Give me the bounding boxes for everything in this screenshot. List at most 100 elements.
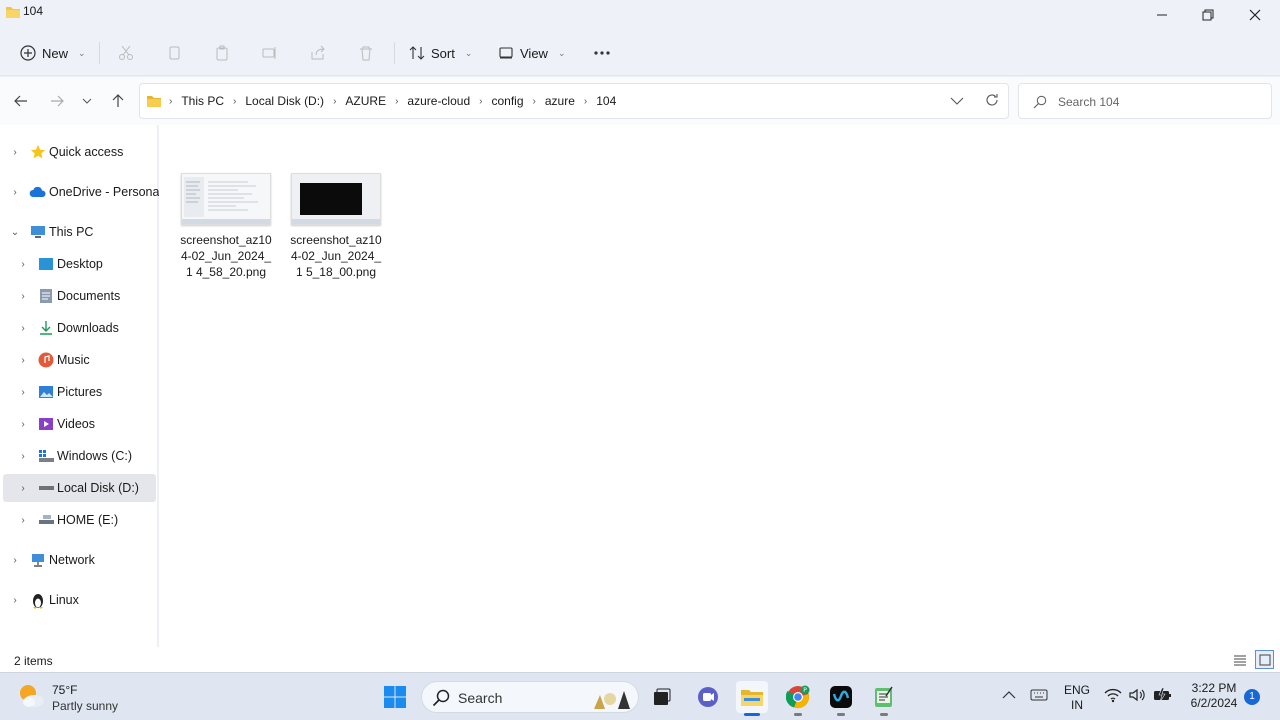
address-history-button[interactable] (950, 94, 964, 111)
battery-status[interactable] (1153, 687, 1173, 706)
chevron-right-icon[interactable]: › (9, 555, 21, 566)
star-icon (29, 143, 47, 161)
chevron-right-icon[interactable]: › (17, 515, 29, 526)
arrow-left-icon (14, 95, 27, 107)
back-button[interactable] (9, 89, 33, 113)
command-bar: New ⌄ Sort ⌄ View ⌄ (0, 30, 1280, 76)
notification-badge[interactable]: 1 (1244, 689, 1260, 705)
webex-button[interactable] (825, 681, 857, 716)
breadcrumb-azure[interactable]: AZURE (343, 94, 388, 108)
up-button[interactable] (106, 89, 130, 113)
chevron-right-icon[interactable]: › (9, 147, 21, 158)
taskbar-search[interactable]: Search (421, 681, 639, 713)
rename-button[interactable] (257, 40, 283, 66)
sidebar-item-this-pc[interactable]: ⌄ This PC (3, 218, 156, 246)
chevron-down-icon[interactable]: ⌄ (9, 227, 21, 238)
sidebar-item-downloads[interactable]: › Downloads (3, 314, 156, 342)
sidebar-item-videos[interactable]: › Videos (3, 410, 156, 438)
file-name: screenshot_az10 4-02_Jun_2024_1 4_58_20.… (180, 233, 272, 279)
breadcrumb-config[interactable]: config (489, 94, 525, 108)
start-button[interactable] (379, 681, 411, 713)
chevron-right-icon[interactable]: › (17, 483, 29, 494)
cut-button[interactable] (113, 40, 139, 66)
view-label: View (520, 45, 548, 61)
chevron-right-icon[interactable]: › (17, 259, 29, 270)
breadcrumb-104[interactable]: 104 (594, 94, 618, 108)
drive-icon (37, 479, 55, 497)
copy-button[interactable] (161, 40, 187, 66)
pictures-icon (37, 383, 55, 401)
minimize-icon (1157, 14, 1167, 16)
sidebar-item-quick-access[interactable]: › Quick access (3, 138, 156, 166)
taskbar-search-label: Search (458, 690, 503, 706)
close-button[interactable] (1232, 0, 1278, 30)
address-row: › This PC › Local Disk (D:) › AZURE › az… (0, 77, 1280, 125)
language-indicator[interactable]: ENG IN (1062, 683, 1092, 713)
chevron-right-icon[interactable]: › (17, 419, 29, 430)
network-status[interactable] (1104, 687, 1122, 706)
chevron-right-icon[interactable]: › (17, 387, 29, 398)
sidebar-item-pictures[interactable]: › Pictures (3, 378, 156, 406)
delete-button[interactable] (353, 40, 379, 66)
details-view-button[interactable] (1233, 653, 1247, 670)
close-icon (1249, 9, 1261, 21)
teams-button[interactable] (692, 681, 724, 713)
chevron-right-icon[interactable]: › (9, 595, 21, 606)
search-input[interactable]: Search 104 (1018, 83, 1272, 119)
paste-button[interactable] (209, 40, 235, 66)
recent-locations-button[interactable] (75, 89, 99, 113)
minimize-button[interactable] (1139, 0, 1185, 30)
sidebar-item-windows-c[interactable]: › Windows (C:) (3, 442, 156, 470)
paste-icon (216, 45, 228, 61)
sidebar-item-network[interactable]: › Network (3, 546, 156, 574)
breadcrumb-azure-sub[interactable]: azure (543, 94, 577, 108)
restore-icon (1202, 9, 1214, 21)
sidebar-item-linux[interactable]: › Linux (3, 586, 156, 614)
new-button[interactable]: New ⌄ (14, 38, 92, 68)
forward-button[interactable] (45, 89, 69, 113)
notepad-button[interactable] (868, 681, 900, 716)
chevron-down-icon: ⌄ (78, 47, 86, 58)
sort-button[interactable]: Sort ⌄ (403, 38, 478, 68)
file-thumbnail (181, 173, 271, 225)
sidebar-item-desktop[interactable]: › Desktop (3, 250, 156, 278)
more-button[interactable] (589, 40, 615, 66)
restore-button[interactable] (1185, 0, 1231, 30)
chevron-right-icon[interactable]: › (17, 291, 29, 302)
sidebar-item-local-disk-d[interactable]: › Local Disk (D:) (3, 474, 156, 502)
sidebar-item-documents[interactable]: › Documents (3, 282, 156, 310)
videos-icon (37, 415, 55, 433)
chrome-button[interactable]: P (782, 681, 814, 716)
share-button[interactable] (305, 40, 331, 66)
chevron-right-icon[interactable]: › (17, 323, 29, 334)
show-hidden-icons-button[interactable] (1002, 689, 1016, 703)
linux-icon (29, 591, 47, 609)
weather-widget[interactable] (16, 681, 46, 714)
drive-icon (37, 447, 55, 465)
cloud-icon (29, 183, 47, 201)
chevron-right-icon[interactable]: › (9, 187, 21, 198)
clock[interactable]: 3:22 PM 6/2/2024 (1184, 681, 1244, 711)
chevron-down-icon: ⌄ (557, 47, 566, 58)
breadcrumb-local-disk[interactable]: Local Disk (D:) (243, 94, 326, 108)
sidebar-item-music[interactable]: › Music (3, 346, 156, 374)
task-view-button[interactable] (646, 681, 678, 713)
chevron-right-icon[interactable]: › (17, 451, 29, 462)
file-item[interactable]: screenshot_az10 4-02_Jun_2024_1 4_58_20.… (180, 173, 272, 280)
breadcrumb-azure-cloud[interactable]: azure-cloud (405, 94, 472, 108)
breadcrumb-this-pc[interactable]: This PC (179, 94, 226, 108)
refresh-button[interactable] (985, 93, 999, 110)
view-button[interactable]: View ⌄ (492, 38, 572, 68)
file-item[interactable]: screenshot_az10 4-02_Jun_2024_1 5_18_00.… (290, 173, 382, 280)
volume-control[interactable] (1128, 687, 1146, 706)
file-thumbnail (291, 173, 381, 225)
sidebar-item-home-e[interactable]: › HOME (E:) (3, 506, 156, 534)
tiles-view-button[interactable] (1255, 650, 1274, 669)
file-explorer-taskbar-button[interactable] (736, 681, 768, 716)
chevron-right-icon: › (169, 95, 173, 107)
sidebar-item-label: Pictures (57, 385, 103, 399)
chevron-right-icon[interactable]: › (17, 355, 29, 366)
address-bar[interactable]: › This PC › Local Disk (D:) › AZURE › az… (139, 83, 1009, 119)
sidebar-item-onedrive[interactable]: › OneDrive - Personal (3, 178, 162, 206)
keyboard-button[interactable] (1030, 688, 1048, 705)
